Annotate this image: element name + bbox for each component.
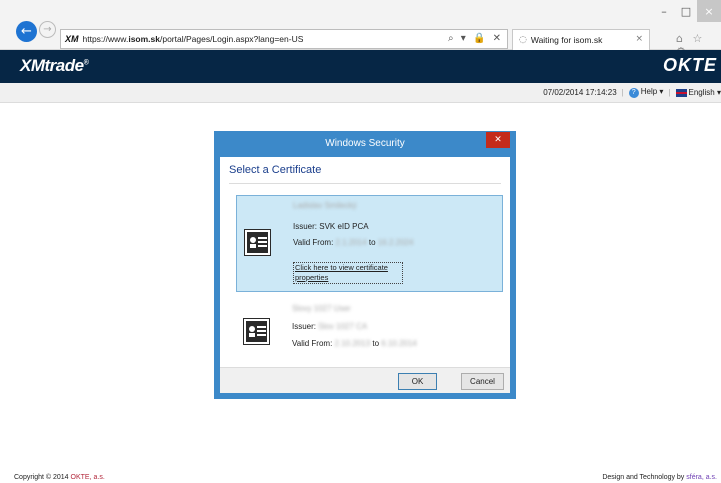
- site-header: XMtrade® OKTE: [0, 50, 721, 83]
- datetime-label: 07/02/2014 17:14:23: [543, 88, 617, 97]
- chevron-down-icon: ▾: [659, 87, 664, 96]
- uk-flag-icon: [675, 88, 687, 97]
- okte-link[interactable]: OKTE, a.s.: [71, 474, 105, 481]
- minimize-button[interactable]: –: [653, 0, 675, 22]
- dialog-close-button[interactable]: ✕: [486, 132, 510, 148]
- ok-button[interactable]: OK: [398, 373, 437, 390]
- windows-security-dialog: Windows Security ✕ Select a Certificate …: [214, 131, 516, 399]
- dialog-heading: Select a Certificate: [229, 164, 322, 176]
- url-prefix: https://www.: [82, 34, 129, 44]
- design-credit: Design and Technology by sféra, a.s.: [602, 474, 717, 481]
- certificate-issuer: Issuer: SVK eID PCA: [293, 222, 369, 231]
- browser-window: – □ × ← → XM https://www. isom.sk/portal/…: [0, 0, 721, 483]
- arrow-left-icon: ←: [21, 24, 32, 39]
- back-button[interactable]: ←: [16, 21, 37, 42]
- loading-spinner-icon: ◌: [519, 35, 527, 45]
- certificate-issuer: Issuer: Slov 1027 CA: [292, 322, 368, 331]
- certificate-name: Slovy 1027 User: [292, 304, 351, 313]
- sfera-link[interactable]: sféra, a.s.: [686, 474, 717, 481]
- address-tools-icon[interactable]: ⌕ ▾ 🔒 ✕: [448, 33, 503, 44]
- tab-title: Waiting for isom.sk: [530, 35, 603, 45]
- certificate-name: Ladislav Smilecký: [293, 201, 357, 210]
- certificate-icon: [243, 318, 270, 345]
- divider: |: [621, 88, 624, 97]
- url-host: isom.sk: [128, 34, 160, 44]
- arrow-right-icon: →: [43, 24, 52, 35]
- certificate-item-selected[interactable]: Ladislav Smilecký Issuer: SVK eID PCA Va…: [236, 195, 503, 292]
- chevron-down-icon: ▾: [716, 88, 721, 97]
- copyright-text: Copyright © 2014 OKTE, a.s.: [14, 474, 105, 481]
- browser-tab[interactable]: ◌ Waiting for isom.sk ×: [512, 29, 650, 50]
- page-footer: Copyright © 2014 OKTE, a.s. Design and T…: [0, 473, 721, 483]
- certificate-validity: Valid From: 2.1.2014 to 16.2.2024: [293, 238, 414, 247]
- address-bar[interactable]: XM https://www. isom.sk/portal/Pages/Logi…: [60, 29, 508, 49]
- dialog-title: Windows Security: [325, 138, 405, 149]
- divider: |: [668, 88, 671, 97]
- url-path: /portal/Pages/Login.aspx?lang=en-US: [159, 34, 304, 44]
- certificate-item[interactable]: Slovy 1027 User Issuer: Slov 1027 CA Val…: [236, 299, 503, 359]
- dialog-footer: OK Cancel: [220, 367, 510, 393]
- okte-logo[interactable]: OKTE: [663, 55, 717, 76]
- help-icon: ?: [628, 88, 639, 98]
- cancel-button[interactable]: Cancel: [461, 373, 504, 390]
- browser-chrome: – □ × ← → XM https://www. isom.sk/portal/…: [0, 0, 721, 58]
- language-menu[interactable]: English ▾: [675, 88, 721, 97]
- site-favicon-icon: XM: [65, 34, 79, 44]
- help-menu[interactable]: ? Help ▾: [628, 87, 664, 98]
- certificate-validity: Valid From: 2.10.2013 to 6.10.2014: [292, 339, 417, 348]
- view-certificate-properties-link[interactable]: Click here to view certificate propertie…: [293, 262, 403, 284]
- window-controls: – □ ×: [653, 0, 721, 22]
- dialog-body: Select a Certificate Ladislav Smilecký I…: [220, 157, 510, 393]
- tab-close-button[interactable]: ×: [635, 34, 643, 44]
- forward-button[interactable]: →: [39, 21, 56, 38]
- close-window-button[interactable]: ×: [697, 0, 721, 22]
- certificate-icon: [244, 229, 271, 256]
- divider: [229, 183, 501, 184]
- maximize-button[interactable]: □: [675, 0, 697, 22]
- info-bar: 07/02/2014 17:14:23 | ? Help ▾ | English …: [0, 83, 721, 103]
- xmtrade-logo[interactable]: XMtrade®: [20, 56, 89, 76]
